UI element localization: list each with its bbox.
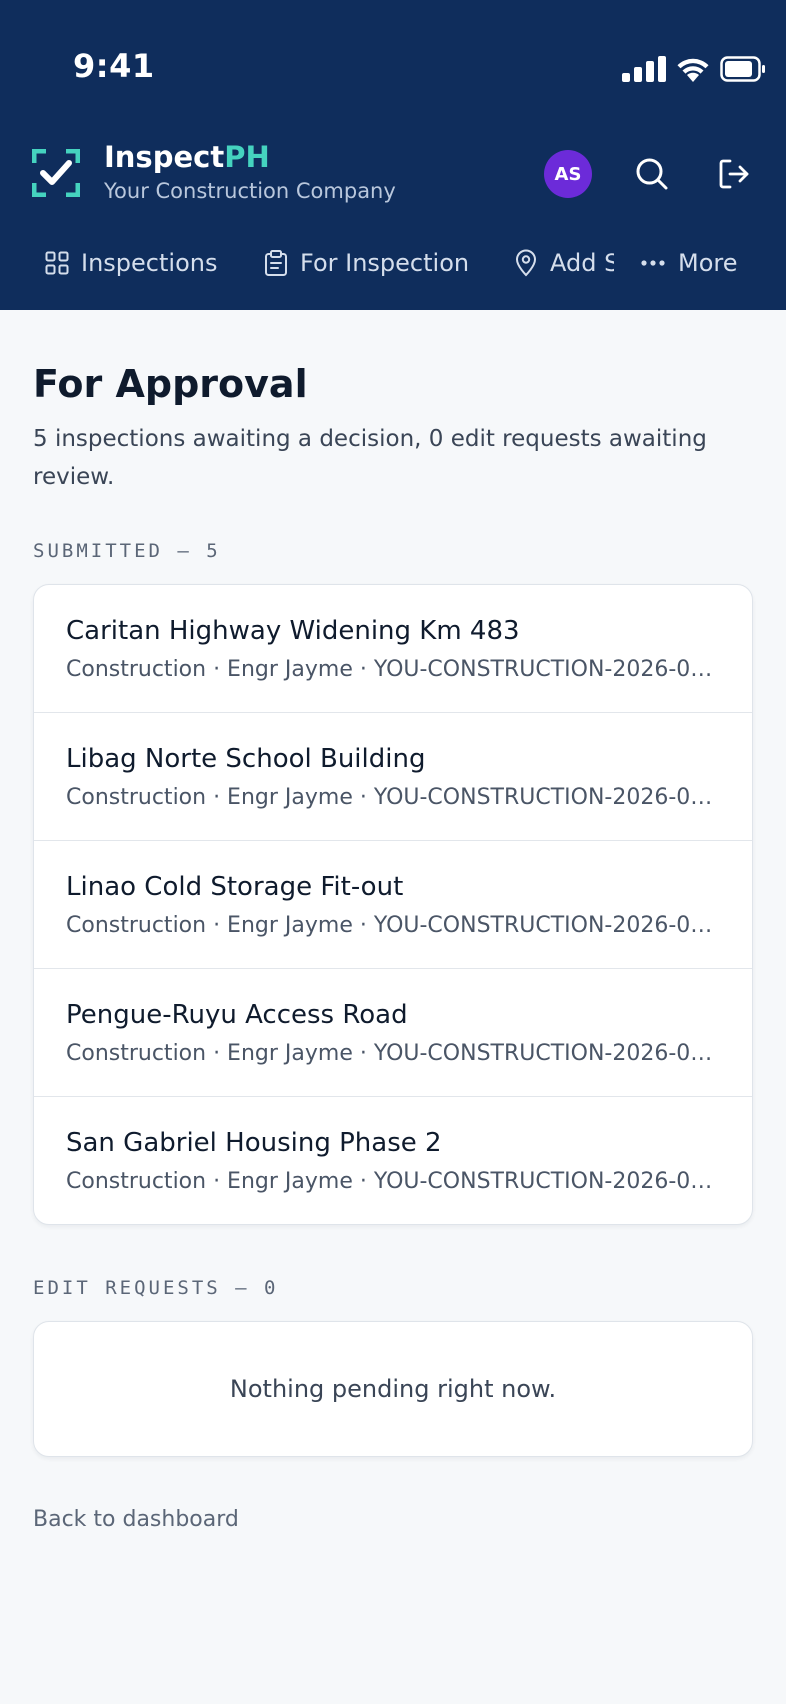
empty-state-text: Nothing pending right now. xyxy=(229,1375,557,1403)
inspection-meta: Construction · Engr Jayme · YOU-CONSTRUC… xyxy=(66,1041,720,1066)
search-icon xyxy=(636,158,668,190)
clipboard-icon xyxy=(265,250,287,276)
edit-requests-empty-state: Nothing pending right now. xyxy=(33,1321,753,1457)
top-nav: Inspections For Inspection Add Site Mo xyxy=(0,238,786,288)
inspection-meta: Construction · Engr Jayme · YOU-CONSTRUC… xyxy=(66,913,720,938)
list-item[interactable]: Caritan Highway Widening Km 483 Construc… xyxy=(34,585,752,713)
inspection-meta: Construction · Engr Jayme · YOU-CONSTRUC… xyxy=(66,785,720,810)
brand-text: InspectPH Your Construction Company xyxy=(104,140,396,206)
inspection-meta: Construction · Engr Jayme · YOU-CONSTRUC… xyxy=(66,657,720,682)
logout-button[interactable] xyxy=(712,152,756,196)
nav-item-more[interactable]: More xyxy=(640,238,738,288)
check-frame-logo-icon xyxy=(32,149,80,197)
submitted-list: Caritan Highway Widening Km 483 Construc… xyxy=(33,584,753,1225)
nav-item-inspections[interactable]: Inspections xyxy=(45,238,217,288)
brand-name: InspectPH xyxy=(104,140,270,174)
map-pin-icon xyxy=(515,249,537,277)
grid-icon xyxy=(45,251,69,275)
list-item[interactable]: Libag Norte School Building Construction… xyxy=(34,713,752,841)
wifi-icon xyxy=(677,58,709,82)
cellular-signal-icon xyxy=(622,56,666,82)
nav-label: Inspections xyxy=(81,249,218,277)
nav-item-for-inspection[interactable]: For Inspection xyxy=(264,238,469,288)
avatar[interactable]: AS xyxy=(544,150,592,198)
battery-icon xyxy=(720,56,765,82)
more-dots-icon xyxy=(641,260,665,266)
status-icons xyxy=(622,54,766,84)
brand[interactable]: InspectPH Your Construction Company xyxy=(32,138,396,208)
inspection-title: Libag Norte School Building xyxy=(66,744,426,774)
nav-label: More xyxy=(678,249,738,277)
main-content: For Approval 5 inspections awaiting a de… xyxy=(33,310,753,1532)
list-item[interactable]: San Gabriel Housing Phase 2 Construction… xyxy=(34,1097,752,1224)
status-time: 9:41 xyxy=(73,47,155,85)
search-button[interactable] xyxy=(630,152,674,196)
page-description: 5 inspections awaiting a decision, 0 edi… xyxy=(33,426,707,490)
inspection-meta: Construction · Engr Jayme · YOU-CONSTRUC… xyxy=(66,1169,720,1194)
inspection-title: San Gabriel Housing Phase 2 xyxy=(66,1128,442,1158)
nav-item-add-site[interactable]: Add Site xyxy=(514,238,614,288)
submitted-section-label: SUBMITTED — 5 xyxy=(33,540,221,562)
list-item[interactable]: Pengue-Ruyu Access Road Construction · E… xyxy=(34,969,752,1097)
back-to-dashboard-link[interactable]: Back to dashboard xyxy=(33,1507,239,1532)
company-name: Your Construction Company xyxy=(104,179,396,203)
page-title: For Approval xyxy=(33,362,308,406)
inspection-title: Caritan Highway Widening Km 483 xyxy=(66,616,520,646)
nav-label: Add Site xyxy=(550,249,614,277)
nav-label: For Inspection xyxy=(300,249,470,277)
edit-requests-section-label: EDIT REQUESTS — 0 xyxy=(33,1277,279,1299)
inspection-title: Pengue-Ruyu Access Road xyxy=(66,1000,408,1030)
status-bar: 9:41 xyxy=(0,0,786,130)
inspection-title: Linao Cold Storage Fit-out xyxy=(66,872,404,902)
app-header: 9:41 InspectPH Your Construction Company… xyxy=(0,0,786,310)
header-actions: AS xyxy=(544,148,756,200)
logout-icon xyxy=(719,159,749,189)
list-item[interactable]: Linao Cold Storage Fit-out Construction … xyxy=(34,841,752,969)
